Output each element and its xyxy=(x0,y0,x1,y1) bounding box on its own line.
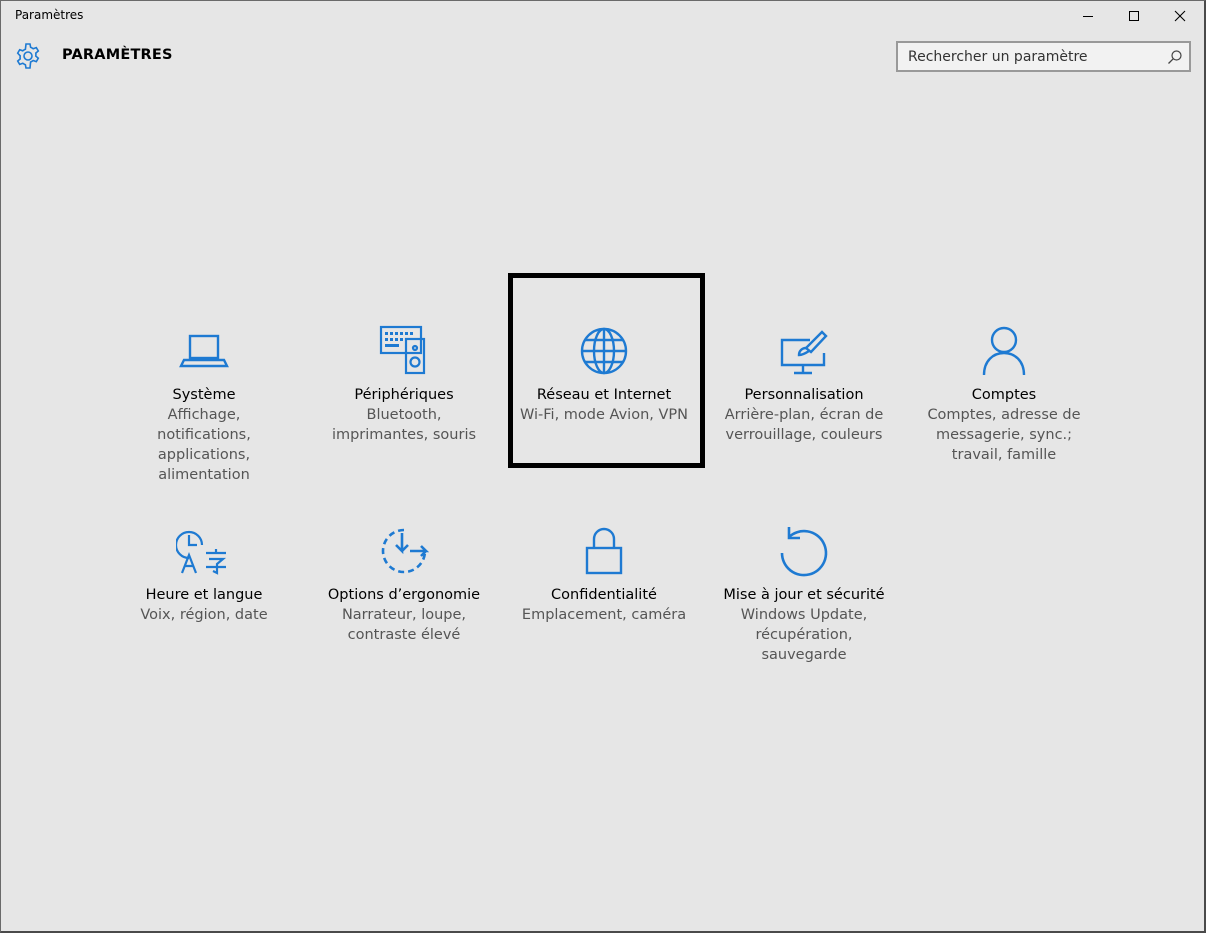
title-bar: Paramètres xyxy=(1,1,1204,31)
tile-desc: Windows Update, récupération, sauvegarde xyxy=(740,607,868,663)
tile-confidentialite[interactable]: Confidentialité Emplacement, caméra xyxy=(504,523,704,625)
search-icon[interactable] xyxy=(1167,49,1183,65)
tile-desc: Emplacement, caméra xyxy=(521,607,687,623)
minimize-icon xyxy=(1083,16,1093,17)
tile-systeme[interactable]: Système Affichage, notifications, applic… xyxy=(104,323,304,485)
tile-name: Périphériques xyxy=(354,387,454,403)
focus-highlight-box xyxy=(508,273,705,468)
tile-name: Options d’ergonomie xyxy=(327,587,481,603)
tile-desc: Affichage, notifications, applications, … xyxy=(157,407,251,483)
close-icon xyxy=(1174,10,1186,22)
tile-desc: Arrière-plan, écran de verrouillage, cou… xyxy=(724,407,884,443)
tile-name: Personnalisation xyxy=(744,387,864,403)
tile-comptes[interactable]: Comptes Comptes, adresse de messagerie, … xyxy=(904,323,1104,465)
tile-name: Heure et langue xyxy=(145,587,263,603)
paintbrush-monitor-icon xyxy=(780,330,828,375)
settings-window: Paramètres PARAMÈTRES Sy xyxy=(0,0,1206,933)
minimize-button[interactable] xyxy=(1065,1,1111,31)
tile-desc: Bluetooth, imprimantes, souris xyxy=(331,407,477,443)
search-box[interactable] xyxy=(896,41,1191,72)
tile-name: Mise à jour et sécurité xyxy=(723,587,885,603)
maximize-icon xyxy=(1129,11,1139,21)
tile-desc: Comptes, adresse de messagerie, sync.; t… xyxy=(927,407,1081,463)
gear-icon xyxy=(16,43,40,69)
page-title: PARAMÈTRES xyxy=(62,47,173,63)
keyboard-speaker-icon xyxy=(379,325,426,375)
refresh-icon xyxy=(780,527,828,577)
tile-desc: Narrateur, loupe, contraste élevé xyxy=(341,607,467,643)
laptop-icon xyxy=(179,334,229,368)
search-input[interactable] xyxy=(898,43,1189,70)
lock-icon xyxy=(585,527,623,575)
tile-mise-a-jour-securite[interactable]: Mise à jour et sécurité Windows Update, … xyxy=(704,523,904,665)
tile-desc: Voix, région, date xyxy=(140,607,268,623)
window-title: Paramètres xyxy=(15,8,84,22)
tile-personnalisation[interactable]: Personnalisation Arrière-plan, écran de … xyxy=(704,323,904,445)
tile-name: Comptes xyxy=(971,387,1037,403)
tile-name: Confidentialité xyxy=(551,587,657,603)
tile-heure-langue[interactable]: Heure et langue Voix, région, date xyxy=(104,523,304,625)
tile-name: Système xyxy=(172,387,236,403)
ease-of-access-icon xyxy=(381,528,430,574)
tile-options-ergonomie[interactable]: Options d’ergonomie Narrateur, loupe, co… xyxy=(304,523,504,645)
clock-language-icon xyxy=(176,530,227,575)
close-button[interactable] xyxy=(1157,1,1203,31)
person-icon xyxy=(982,326,1026,376)
maximize-button[interactable] xyxy=(1111,1,1157,31)
tile-peripheriques[interactable]: Périphériques Bluetooth, imprimantes, so… xyxy=(304,323,504,445)
